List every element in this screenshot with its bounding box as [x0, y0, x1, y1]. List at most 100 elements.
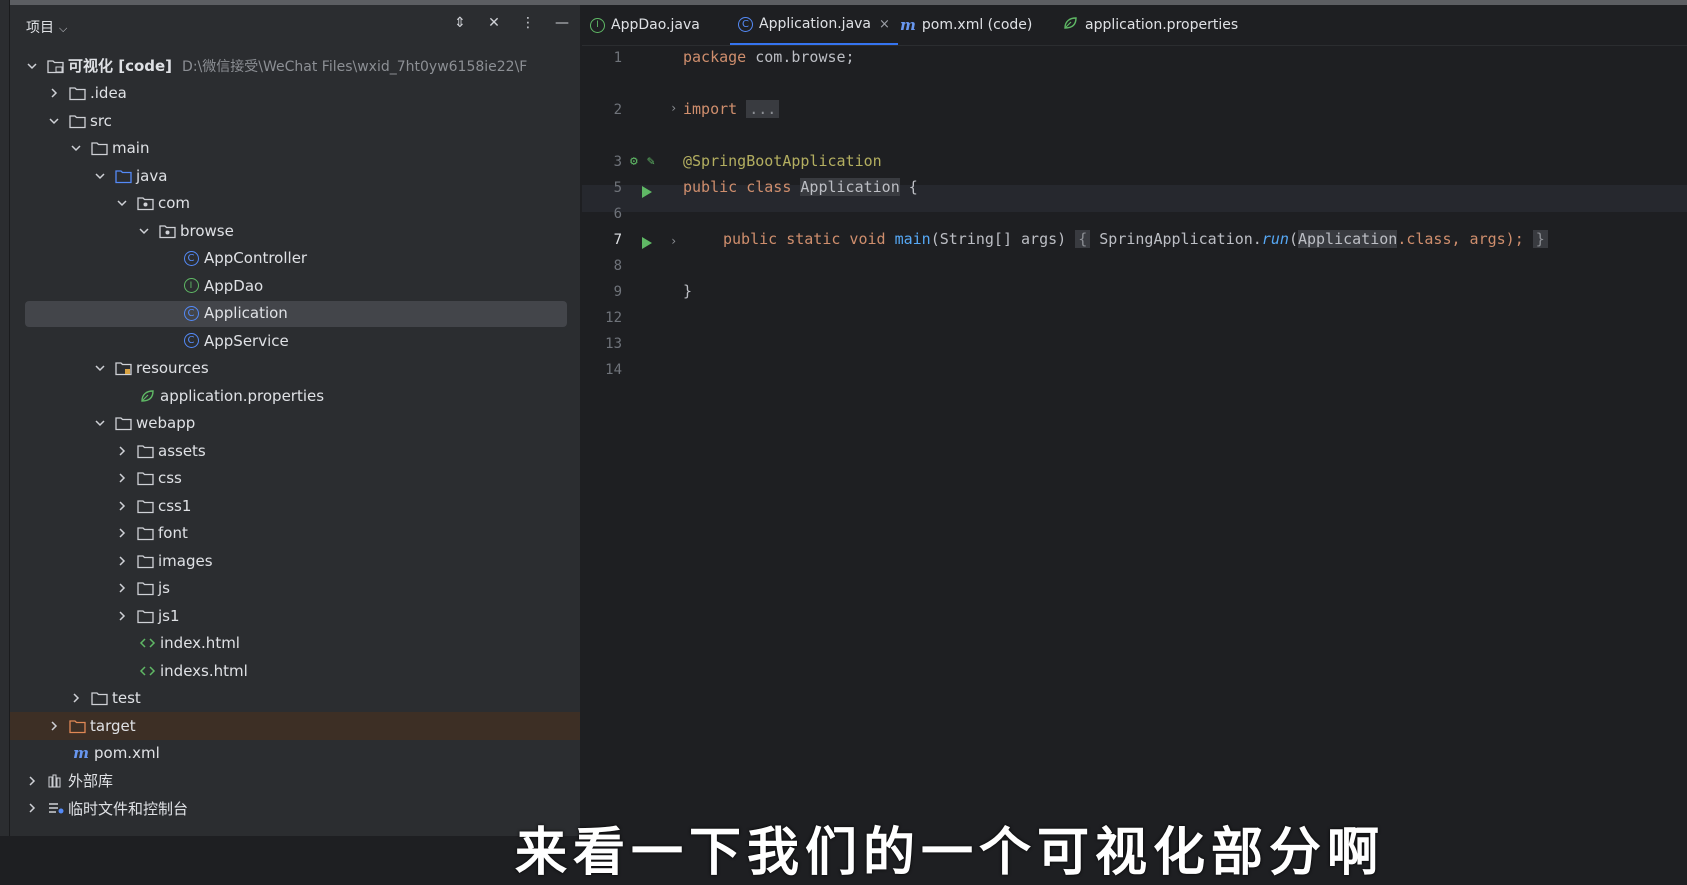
resources-folder-icon: [114, 360, 132, 376]
tree-item-label: 临时文件和控制台: [68, 799, 189, 818]
spring-properties-icon: [1062, 15, 1079, 35]
tree-item-label: webapp: [136, 414, 196, 433]
project-panel-title: 项目: [26, 20, 54, 36]
tab-pom-xml[interactable]: m pom.xml (code): [900, 5, 1032, 45]
tree-item-css[interactable]: css: [10, 465, 580, 493]
chevron-right-icon[interactable]: [46, 718, 62, 734]
code-line-7: public class Application {: [683, 178, 918, 196]
tree-item-assets[interactable]: assets: [10, 437, 580, 465]
tree-item-external-libraries[interactable]: 外部库: [10, 767, 580, 795]
chevron-down-icon[interactable]: [24, 58, 40, 74]
tree-item-css1[interactable]: css1: [10, 492, 580, 520]
line-number: 8: [613, 258, 622, 274]
chevron-right-icon[interactable]: [68, 690, 84, 706]
chevron-right-icon[interactable]: [114, 580, 130, 596]
tree-item-js1[interactable]: js1: [10, 602, 580, 630]
fold-expand-icon[interactable]: ›: [670, 101, 677, 115]
minimize-icon[interactable]: —: [554, 15, 570, 31]
tree-item-target[interactable]: target: [10, 712, 580, 740]
chevron-right-icon[interactable]: [114, 470, 130, 486]
line-number: 9: [613, 284, 622, 300]
spring-leaf-icon[interactable]: ✎: [647, 154, 655, 169]
line-number: 14: [605, 362, 622, 378]
fold-expand-icon[interactable]: ›: [670, 234, 677, 248]
run-icon[interactable]: [642, 186, 652, 198]
chevron-down-icon[interactable]: [92, 168, 108, 184]
tab-label: pom.xml (code): [921, 17, 1033, 33]
tree-item-label: .idea: [90, 84, 127, 103]
tree-item-resources[interactable]: resources: [10, 355, 580, 383]
more-options-icon[interactable]: ⋮: [520, 15, 536, 31]
folder-icon: [136, 498, 154, 514]
chevron-down-icon: ⌵: [59, 22, 68, 35]
tree-item-label: css: [158, 469, 182, 488]
chevron-down-icon[interactable]: [46, 113, 62, 129]
maven-icon: m: [900, 16, 916, 34]
editor-tabs: I AppDao.java C Application.java × m pom…: [582, 5, 1687, 46]
tab-application[interactable]: C Application.java ×: [730, 5, 898, 45]
tree-item-font[interactable]: font: [10, 520, 580, 548]
expand-collapse-icon[interactable]: ⇕: [452, 15, 468, 31]
tree-item-appservice[interactable]: C AppService: [10, 327, 580, 355]
tab-application-properties[interactable]: application.properties: [1062, 5, 1238, 45]
folded-imports[interactable]: ...: [746, 100, 780, 118]
tree-item-src[interactable]: src: [10, 107, 580, 135]
tree-item-application[interactable]: C Application: [10, 300, 580, 328]
chevron-down-icon[interactable]: [114, 195, 130, 211]
tree-item-label: index.html: [160, 634, 240, 653]
chevron-down-icon[interactable]: [136, 223, 152, 239]
chevron-right-icon[interactable]: [46, 85, 62, 101]
tree-item-webapp[interactable]: webapp: [10, 410, 580, 438]
tree-item-pom-xml[interactable]: m pom.xml: [10, 740, 580, 768]
collapse-all-icon[interactable]: ✕: [486, 15, 502, 31]
line-number: 3: [613, 154, 622, 170]
tree-item-js[interactable]: js: [10, 575, 580, 603]
chevron-down-icon[interactable]: [68, 140, 84, 156]
tree-item-com[interactable]: com: [10, 190, 580, 218]
tree-item-label: 外部库: [68, 772, 114, 791]
tree-item-index-html[interactable]: index.html: [10, 630, 580, 658]
folder-icon: [136, 608, 154, 624]
tree-item-root[interactable]: 可视化 [code] D:\微信接受\WeChat Files\wxid_7ht…: [10, 52, 580, 80]
chevron-right-icon[interactable]: [24, 800, 40, 816]
tree-item-scratches[interactable]: 临时文件和控制台: [10, 795, 580, 823]
maven-icon: m: [73, 744, 89, 763]
tree-item-label: pom.xml: [94, 744, 160, 763]
chevron-down-icon[interactable]: [92, 360, 108, 376]
chevron-down-icon[interactable]: [92, 415, 108, 431]
tree-item-test[interactable]: test: [10, 685, 580, 713]
chevron-right-icon[interactable]: [24, 773, 40, 789]
tree-item-browse[interactable]: browse: [10, 217, 580, 245]
chevron-right-icon[interactable]: [114, 608, 130, 624]
chevron-right-icon[interactable]: [114, 443, 130, 459]
tree-item-label: Application: [204, 304, 288, 323]
line-number: 12: [605, 310, 622, 326]
tree-item-main[interactable]: main: [10, 135, 580, 163]
tree-item-images[interactable]: images: [10, 547, 580, 575]
run-icon[interactable]: [642, 237, 652, 249]
tree-item-application-properties[interactable]: application.properties: [10, 382, 580, 410]
source-folder-icon: [114, 168, 132, 184]
tree-item-indexs-html[interactable]: indexs.html: [10, 657, 580, 685]
scratch-icon: [46, 800, 64, 816]
tree-item-idea[interactable]: .idea: [10, 80, 580, 108]
line-number: 13: [605, 336, 622, 352]
project-view-selector[interactable]: 项目 ⌵: [26, 17, 67, 37]
tree-item-label: images: [158, 551, 213, 570]
tree-item-label: font: [158, 524, 188, 543]
chevron-right-icon[interactable]: [114, 553, 130, 569]
spring-bean-icon[interactable]: ⚙: [630, 154, 638, 169]
tree-item-appdao[interactable]: I AppDao: [10, 272, 580, 300]
library-icon: [46, 773, 64, 789]
chevron-right-icon[interactable]: [114, 498, 130, 514]
chevron-right-icon[interactable]: [114, 525, 130, 541]
module-folder-icon: [46, 58, 64, 74]
folder-icon: [114, 415, 132, 431]
project-panel: 项目 ⌵ ⇕ ✕ ⋮ — 可视化 [code] D:\微信接受\WeChat Fi…: [10, 5, 581, 836]
folder-icon: [136, 525, 154, 541]
tree-item-java[interactable]: java: [10, 162, 580, 190]
code-editor[interactable]: 1 2 3 5 6 7 8 9 12 13 14 › ⚙ ✎ › package…: [582, 46, 1687, 836]
close-icon[interactable]: ×: [879, 17, 890, 32]
tab-appdao[interactable]: I AppDao.java: [590, 5, 700, 45]
tree-item-appcontroller[interactable]: C AppController: [10, 245, 580, 273]
